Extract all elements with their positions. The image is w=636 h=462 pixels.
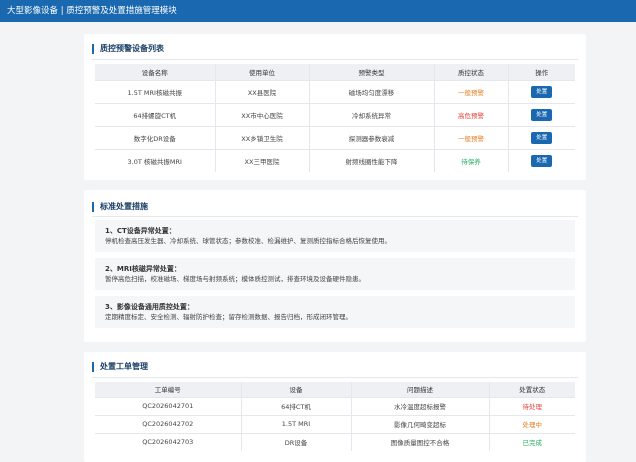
table-row: 3.0T 核磁共振MRI XX三甲医院 射频线圈性能下降 待保养 处置 — [95, 148, 575, 172]
measure-text: 停机检查高压发生器、冷却系统、球管状态；参数校准、检漏维护、复测质控指标合格后恢… — [105, 237, 391, 245]
measure-text: 暂停高危扫描，校准磁场、梯度场与射频系统；模体质控测试，排查环境及设备硬件隐患。 — [105, 275, 365, 283]
table-row: 1.5T MRI核磁共振 XX县医院 磁场均匀度漂移 一般预警 处置 — [95, 79, 575, 103]
table-header-row: 设备名称 使用单位 预警类型 质控状态 操作 — [95, 64, 575, 80]
column-header: 预警类型 — [308, 64, 434, 80]
measure-item: 1、CT设备异常处置： 停机检查高压发生器、冷却系统、球管状态；参数校准、检漏维… — [95, 220, 575, 252]
table-row[interactable]: QC2026042702 1.5T MRI 影像几何畸变超标 处理中 — [95, 414, 575, 433]
table-row: 64排螺旋CT机 XX市中心医院 冷却系统异常 高危预警 处置 — [95, 102, 575, 126]
column-header: 工单编号 — [95, 382, 241, 397]
handle-button[interactable]: 处置 — [531, 108, 553, 121]
device-cell: 64排CT机 — [240, 396, 351, 415]
column-header: 使用单位 — [214, 64, 309, 80]
action-cell: 处置 — [507, 102, 575, 126]
status-badge: 高危预警 — [433, 102, 508, 126]
table-row[interactable]: QC2026042701 64排CT机 水冷温度超标报警 待处理 — [95, 396, 575, 415]
action-cell: 处置 — [507, 125, 575, 149]
warning-type-cell: 冷却系统异常 — [308, 102, 434, 126]
divider — [92, 377, 578, 378]
device-cell: DR设备 — [240, 432, 351, 451]
app-header: 大型影像设备 | 质控预警及处置措施管理模块 — [0, 0, 636, 22]
warning-type-cell: 探测器参数衰减 — [308, 125, 434, 149]
measure-text: 定期精度标定、安全检测、辐射防护检查；留存检测数据、报告归档，形成闭环管理。 — [105, 313, 352, 321]
unit-cell: XX乡镇卫生院 — [214, 125, 309, 149]
status-badge: 已完成 — [488, 432, 575, 451]
device-name-cell: 1.5T MRI核磁共振 — [95, 79, 215, 103]
measure-title: 1、CT设备异常处置： — [105, 227, 176, 235]
action-cell: 处置 — [507, 148, 575, 172]
issue-cell: 影像几何畸变超标 — [350, 414, 489, 433]
table-row: 数字化DR设备 XX乡镇卫生院 探测器参数衰减 一般预警 处置 — [95, 125, 575, 149]
warning-table: 设备名称 使用单位 预警类型 质控状态 操作 1.5T MRI核磁共振 XX县医… — [95, 64, 575, 172]
unit-cell: XX县医院 — [214, 79, 309, 103]
divider — [92, 216, 578, 217]
order-id-cell: QC2026042703 — [95, 432, 241, 451]
measure-item: 2、MRI核磁异常处置： 暂停高危扫描，校准磁场、梯度场与射频系统；模体质控测试… — [95, 258, 575, 290]
order-id-cell: QC2026042701 — [95, 396, 241, 415]
handle-button[interactable]: 处置 — [531, 85, 553, 98]
handle-button[interactable]: 处置 — [531, 131, 553, 144]
column-header: 设备名称 — [95, 64, 215, 80]
warning-list-title: 质控预警设备列表 — [92, 44, 164, 54]
column-header: 处置状态 — [488, 382, 575, 397]
measure-item: 3、影像设备通用质控处置： 定期精度标定、安全检测、辐射防护检查；留存检测数据、… — [95, 296, 575, 328]
measure-title: 2、MRI核磁异常处置： — [105, 265, 181, 273]
table-header-row: 工单编号 设备 问题描述 处置状态 — [95, 382, 575, 397]
handle-button[interactable]: 处置 — [531, 154, 553, 167]
work-orders-title: 处置工单管理 — [92, 362, 148, 372]
unit-cell: XX三甲医院 — [214, 148, 309, 172]
divider — [92, 59, 578, 60]
status-badge: 待处理 — [488, 396, 575, 415]
table-row[interactable]: QC2026042703 DR设备 图像质量图控不合格 已完成 — [95, 432, 575, 451]
status-badge: 一般预警 — [433, 125, 508, 149]
status-badge: 处理中 — [488, 414, 575, 433]
status-badge: 一般预警 — [433, 79, 508, 103]
device-name-cell: 3.0T 核磁共振MRI — [95, 148, 215, 172]
app-title: 大型影像设备 | 质控预警及处置措施管理模块 — [7, 6, 177, 16]
status-badge: 待保养 — [433, 148, 508, 172]
warning-type-cell: 射频线圈性能下降 — [308, 148, 434, 172]
column-header: 操作 — [507, 64, 575, 80]
measures-card: 标准处置措施 1、CT设备异常处置： 停机检查高压发生器、冷却系统、球管状态；参… — [84, 190, 586, 342]
work-order-table: 工单编号 设备 问题描述 处置状态 QC2026042701 64排CT机 水冷… — [95, 382, 575, 451]
warning-type-cell: 磁场均匀度漂移 — [308, 79, 434, 103]
device-cell: 1.5T MRI — [240, 414, 351, 433]
warning-list-card: 质控预警设备列表 设备名称 使用单位 预警类型 质控状态 操作 1.5T MRI… — [84, 34, 586, 180]
device-name-cell: 64排螺旋CT机 — [95, 102, 215, 126]
column-header: 设备 — [240, 382, 351, 397]
action-cell: 处置 — [507, 79, 575, 103]
issue-cell: 图像质量图控不合格 — [350, 432, 489, 451]
order-id-cell: QC2026042702 — [95, 414, 241, 433]
measure-title: 3、影像设备通用质控处置： — [105, 303, 194, 311]
unit-cell: XX市中心医院 — [214, 102, 309, 126]
column-header: 问题描述 — [350, 382, 489, 397]
column-header: 质控状态 — [433, 64, 508, 80]
issue-cell: 水冷温度超标报警 — [350, 396, 489, 415]
measures-title: 标准处置措施 — [92, 202, 148, 212]
work-orders-card: 处置工单管理 工单编号 设备 问题描述 处置状态 QC2026042701 64… — [84, 352, 586, 462]
device-name-cell: 数字化DR设备 — [95, 125, 215, 149]
